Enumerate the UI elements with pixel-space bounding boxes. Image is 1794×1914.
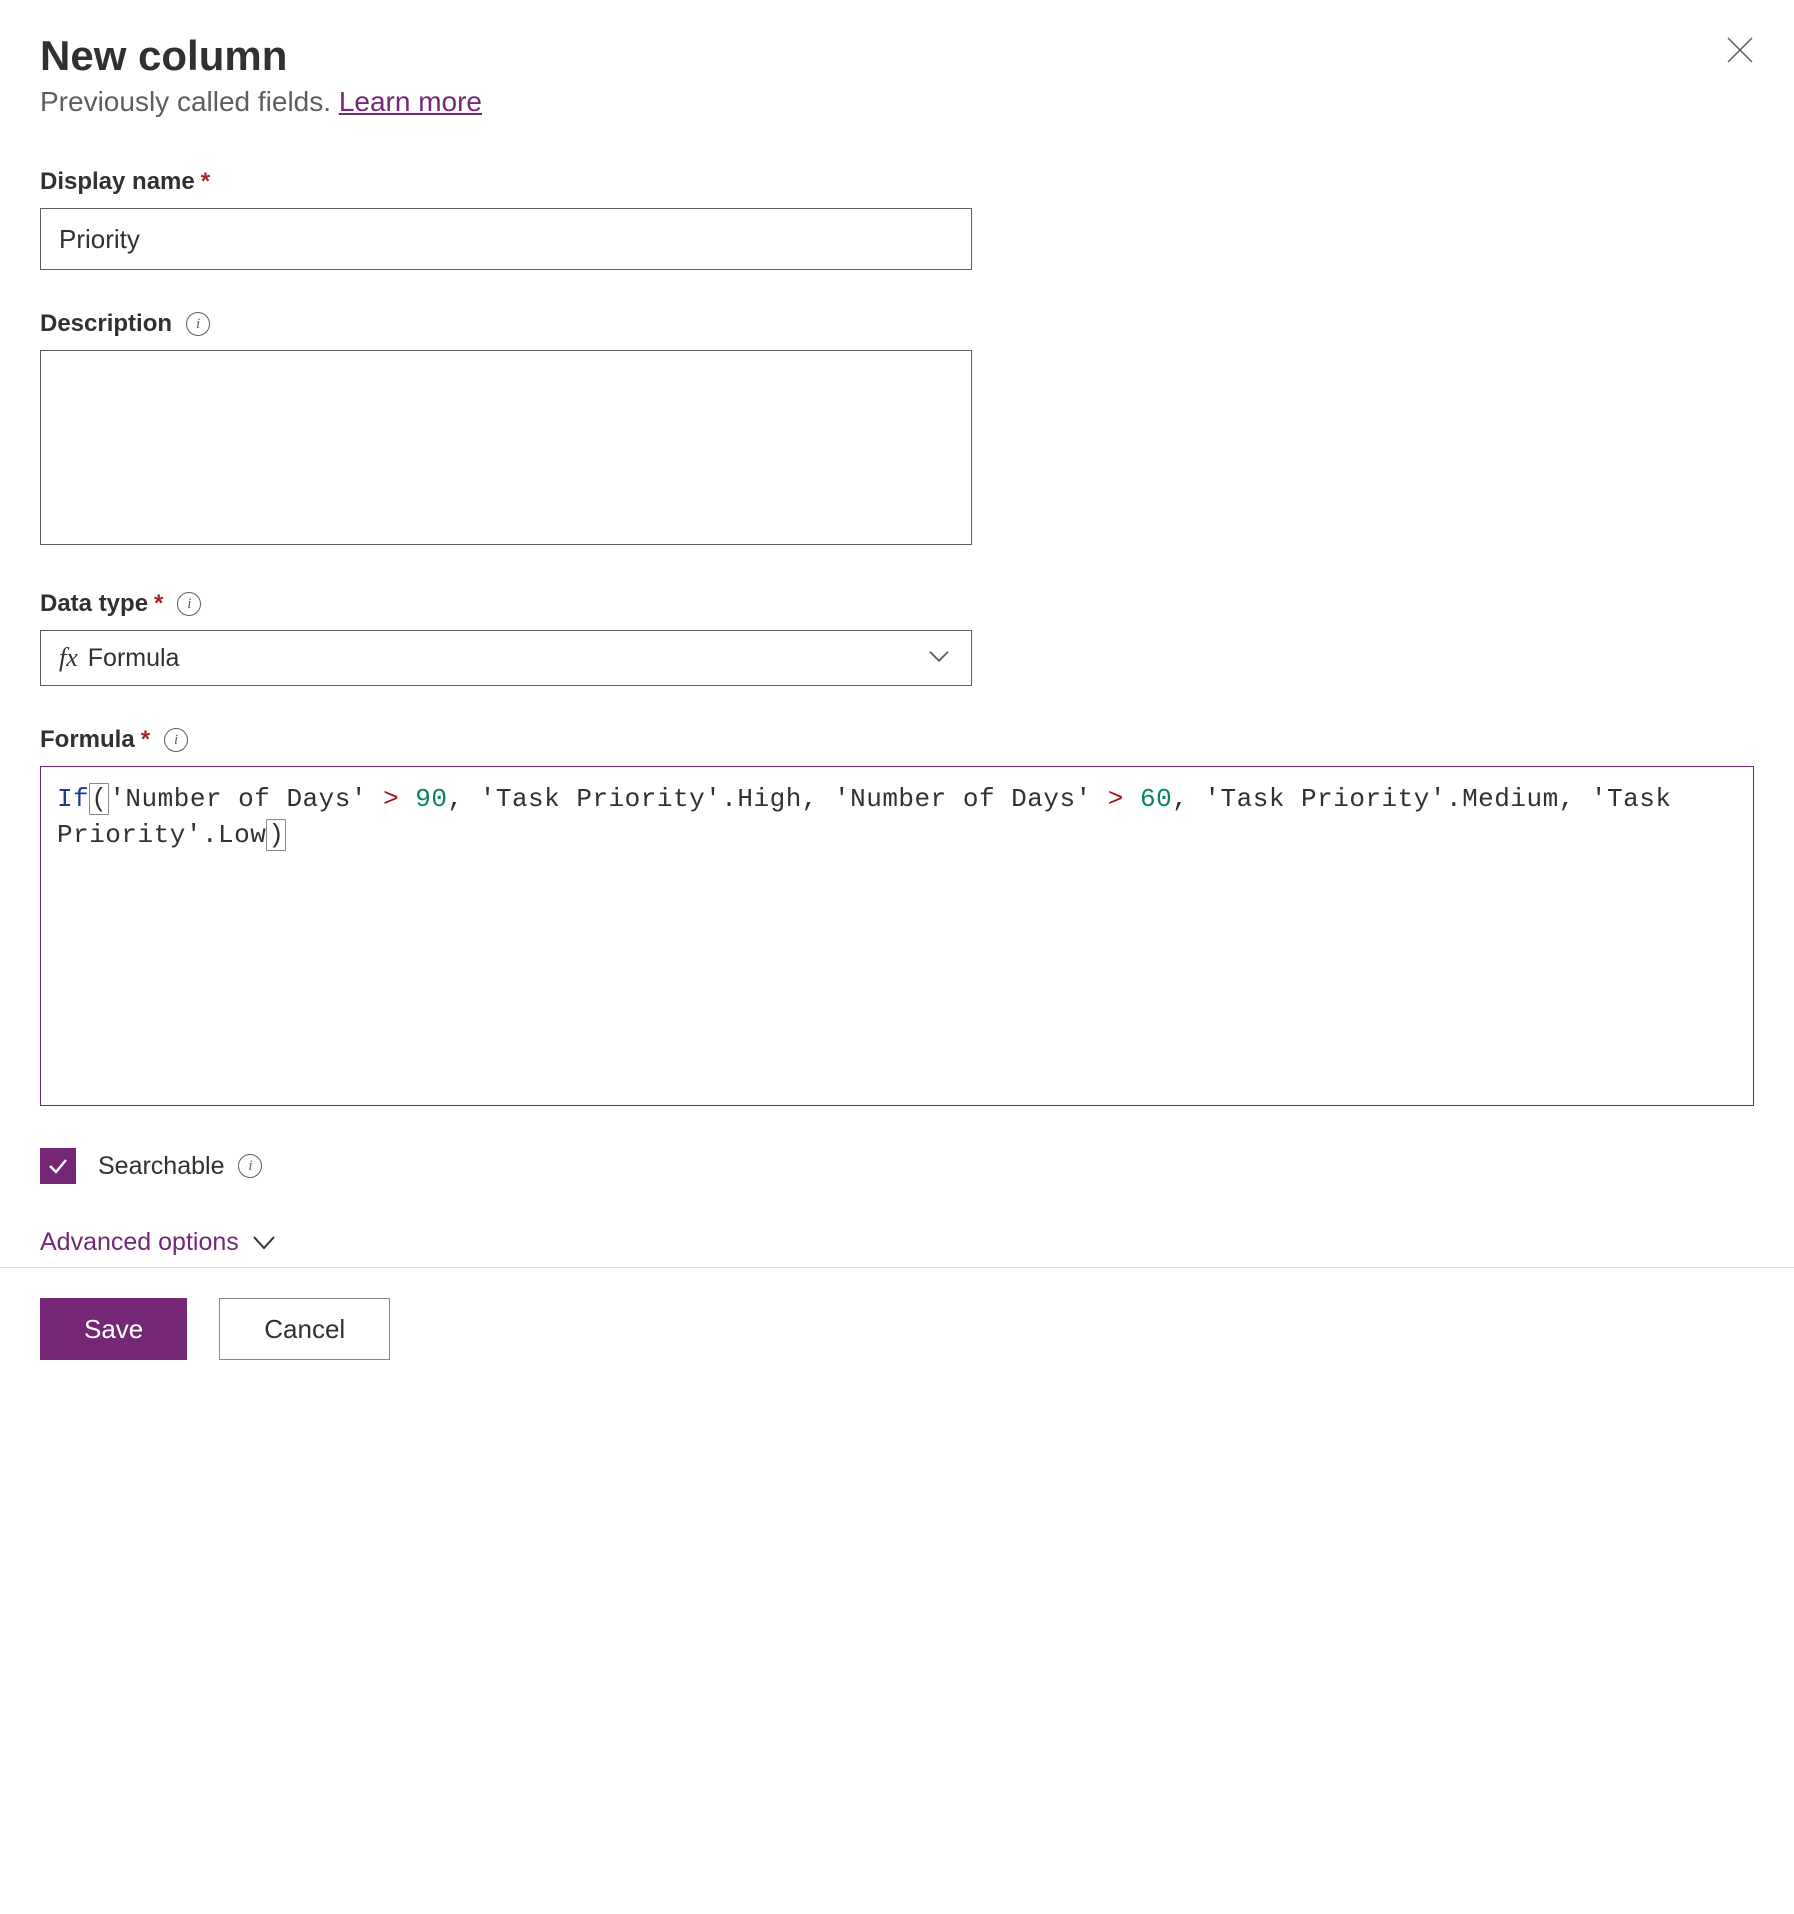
- formula-icon: fx: [59, 643, 78, 673]
- formula-token: 90: [415, 784, 447, 814]
- info-icon[interactable]: i: [177, 592, 201, 616]
- formula-label: Formula * i: [40, 726, 1754, 754]
- formula-label-text: Formula: [40, 726, 135, 754]
- formula-token: ): [266, 819, 286, 851]
- learn-more-link[interactable]: Learn more: [339, 86, 482, 117]
- formula-token: 'Task Priority': [1204, 784, 1446, 814]
- required-indicator: *: [201, 168, 210, 196]
- panel-header: New column Previously called fields. Lea…: [40, 32, 1754, 118]
- formula-token: ,: [802, 784, 818, 814]
- formula-token: 'Number of Days': [109, 784, 367, 814]
- panel-footer: Save Cancel: [0, 1267, 1794, 1390]
- required-indicator: *: [141, 726, 150, 754]
- chevron-down-icon: [929, 651, 949, 663]
- formula-editor[interactable]: If('Number of Days' > 90, 'Task Priority…: [40, 766, 1754, 1106]
- formula-token: (: [89, 783, 109, 815]
- formula-token: ,: [448, 784, 464, 814]
- panel-title: New column: [40, 32, 1710, 80]
- advanced-options-label: Advanced options: [40, 1228, 239, 1257]
- panel-subtitle: Previously called fields. Learn more: [40, 86, 1710, 118]
- formula-token: 60: [1140, 784, 1172, 814]
- searchable-label: Searchable: [98, 1152, 224, 1181]
- description-label-text: Description: [40, 310, 172, 338]
- required-indicator: *: [154, 590, 163, 618]
- formula-token: .Medium: [1446, 784, 1559, 814]
- cancel-button[interactable]: Cancel: [219, 1298, 390, 1360]
- display-name-input[interactable]: [40, 208, 972, 270]
- close-icon[interactable]: [1710, 32, 1754, 69]
- data-type-value: Formula: [88, 644, 180, 673]
- formula-token: 'Task Priority': [480, 784, 722, 814]
- formula-token: >: [1108, 784, 1124, 814]
- formula-token: If: [57, 784, 89, 814]
- formula-token: ,: [1172, 784, 1188, 814]
- display-name-label: Display name *: [40, 168, 1754, 196]
- searchable-checkbox[interactable]: [40, 1148, 76, 1184]
- description-input[interactable]: [40, 350, 972, 545]
- data-type-label-text: Data type: [40, 590, 148, 618]
- formula-token: >: [383, 784, 399, 814]
- save-button[interactable]: Save: [40, 1298, 187, 1360]
- formula-token: .High: [721, 784, 802, 814]
- chevron-down-icon: [253, 1236, 275, 1250]
- formula-token: .Low: [202, 820, 266, 850]
- data-type-label: Data type * i: [40, 590, 1754, 618]
- info-icon[interactable]: i: [186, 312, 210, 336]
- display-name-label-text: Display name: [40, 168, 195, 196]
- subtitle-text: Previously called fields.: [40, 86, 339, 117]
- formula-token: ,: [1559, 784, 1575, 814]
- advanced-options-toggle[interactable]: Advanced options: [40, 1228, 1754, 1257]
- formula-token: 'Number of Days': [834, 784, 1092, 814]
- info-icon[interactable]: i: [164, 728, 188, 752]
- info-icon[interactable]: i: [238, 1154, 262, 1178]
- data-type-dropdown[interactable]: fx Formula: [40, 630, 972, 686]
- description-label: Description i: [40, 310, 1754, 338]
